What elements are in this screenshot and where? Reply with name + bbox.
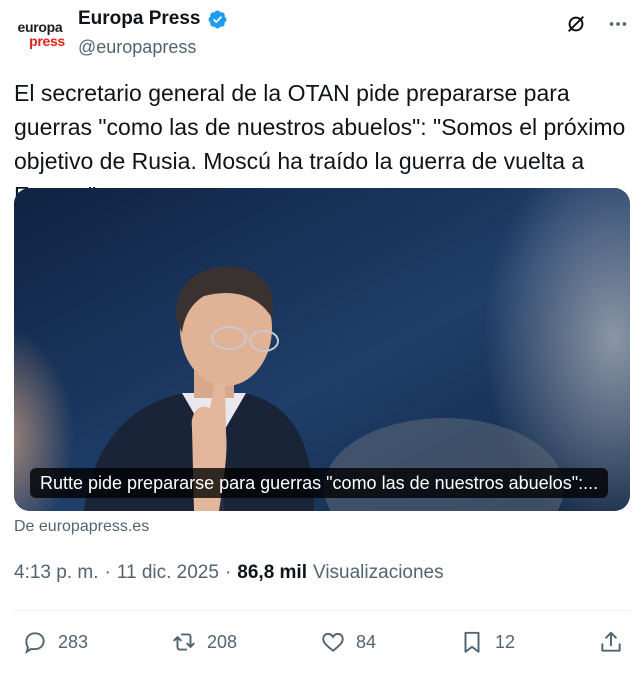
reply-button[interactable]: 283	[22, 629, 88, 655]
card-source-link[interactable]: De europapress.es	[14, 518, 149, 536]
reply-count: 283	[58, 631, 89, 652]
meta-separator: ·	[224, 562, 232, 583]
share-button[interactable]	[598, 629, 624, 655]
repost-count: 208	[207, 631, 238, 652]
more-options-icon[interactable]	[606, 12, 630, 36]
verified-badge-icon	[207, 9, 228, 30]
bookmark-button[interactable]: 12	[459, 629, 515, 655]
share-icon	[601, 631, 621, 652]
action-bar: 283 208 84 12	[22, 624, 624, 660]
avatar-logo-line2: press	[29, 33, 65, 49]
grok-icon[interactable]	[564, 12, 588, 36]
tweet-meta: 4:13 p. m. · 11 dic. 2025 · 86,8 mil Vis…	[14, 562, 444, 584]
display-name[interactable]: Europa Press	[78, 8, 201, 30]
divider	[14, 610, 630, 611]
card-title: Rutte pide prepararse para guerras "como…	[30, 468, 609, 498]
heart-icon	[322, 632, 344, 652]
like-button[interactable]: 84	[320, 629, 376, 655]
tweet-time[interactable]: 4:13 p. m.	[14, 562, 99, 584]
like-count: 84	[356, 631, 377, 652]
link-card[interactable]: Rutte pide prepararse para guerras "como…	[14, 188, 630, 511]
repost-button[interactable]: 208	[171, 629, 237, 655]
avatar[interactable]: europa press	[14, 8, 66, 60]
bookmark-icon	[464, 631, 480, 653]
reply-icon	[25, 632, 45, 655]
views-count: 86,8 mil	[237, 562, 307, 583]
card-image	[14, 188, 630, 511]
repost-icon	[173, 633, 195, 651]
header-actions	[564, 12, 630, 36]
avatar-logo-line1: europa	[17, 19, 63, 35]
author-name-row[interactable]: Europa Press	[78, 8, 228, 30]
author-handle[interactable]: @europapress	[78, 37, 196, 58]
bookmark-count: 12	[494, 631, 516, 652]
meta-separator: ·	[104, 562, 111, 583]
views-label: Visualizaciones	[313, 562, 444, 583]
tweet-date[interactable]: 11 dic. 2025	[117, 562, 219, 584]
